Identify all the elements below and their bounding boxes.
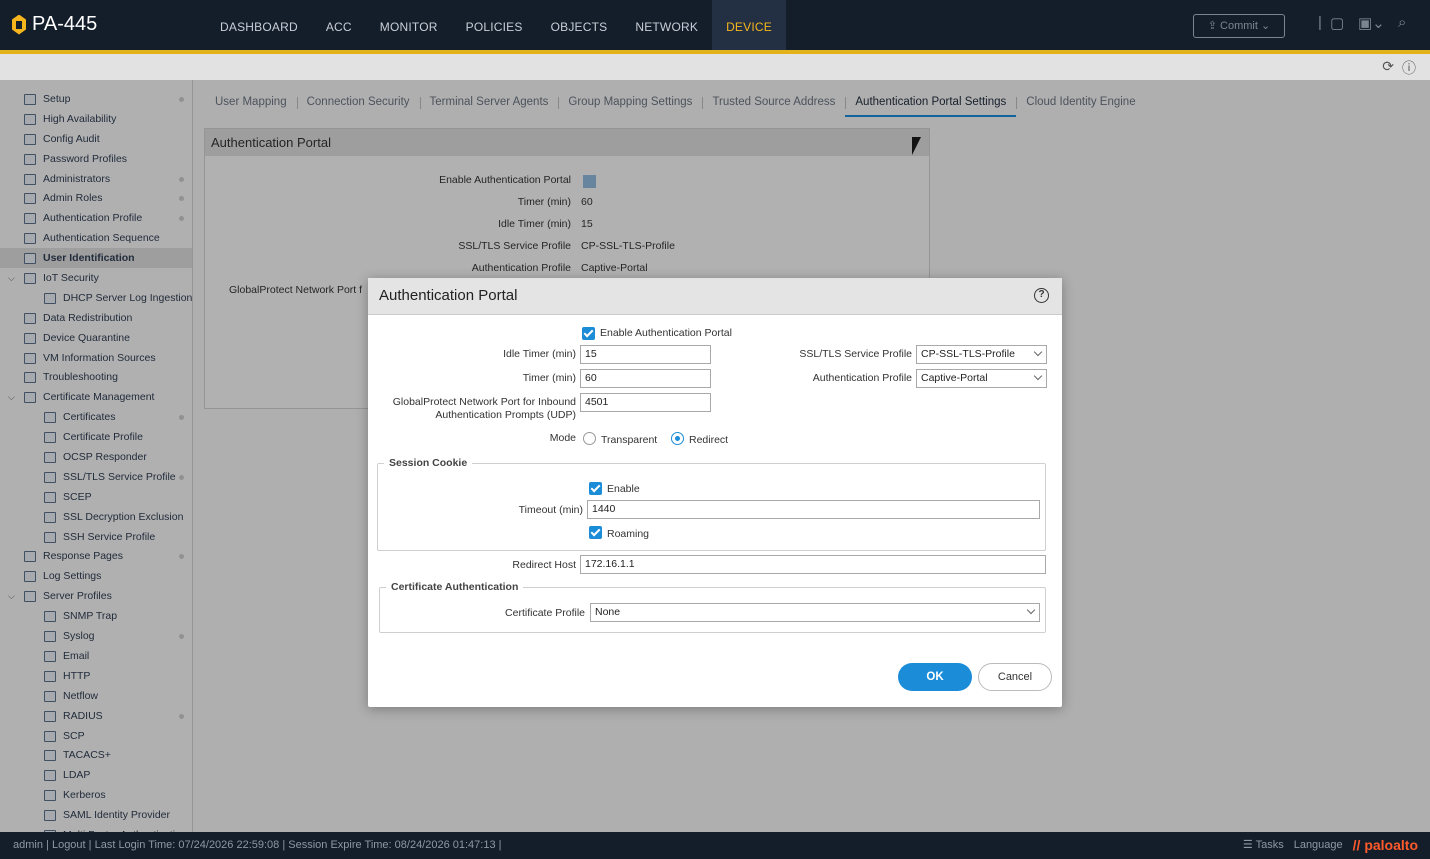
nav-device[interactable]: DEVICE: [712, 0, 786, 50]
sub-toolbar-icons: ⟳ ⓘ: [1382, 58, 1416, 78]
ssl-profile-select[interactable]: CP-SSL-TLS-Profile: [916, 345, 1047, 364]
auth-portal-dialog: Authentication Portal ? Enable Authentic…: [368, 278, 1062, 707]
config-menu-icon[interactable]: ▣⌄: [1358, 14, 1385, 32]
pa-logo: PA-445: [12, 13, 97, 36]
timer-input[interactable]: 60: [580, 369, 711, 388]
session-cookie-enable-checkbox[interactable]: [589, 482, 602, 495]
paloalto-logo: // paloalto: [1352, 837, 1418, 853]
dialog-title: Authentication Portal: [368, 278, 1062, 315]
redirect-host-label: Redirect Host: [512, 559, 576, 571]
status-bar: admin | Logout | Last Login Time: 07/24/…: [0, 832, 1430, 859]
logout-link[interactable]: Logout: [52, 839, 86, 851]
timeout-input[interactable]: 1440: [587, 500, 1040, 519]
roaming-checkbox[interactable]: [589, 526, 602, 539]
chevron-down-icon: [1033, 347, 1043, 357]
last-login: Last Login Time: 07/24/2026 22:59:08: [94, 839, 280, 851]
auth-profile-select[interactable]: Captive-Portal: [916, 369, 1047, 388]
cert-profile-select[interactable]: None: [590, 603, 1040, 622]
mode-label: Mode: [549, 432, 576, 444]
gp-port-input[interactable]: 4501: [580, 393, 711, 412]
enable-auth-portal-label: Enable Authentication Portal: [600, 327, 732, 339]
roaming-label: Roaming: [607, 528, 650, 540]
nav-dashboard[interactable]: DASHBOARD: [206, 0, 312, 50]
nav-monitor[interactable]: MONITOR: [366, 0, 452, 50]
logo-icon: [12, 15, 26, 35]
main-nav: DASHBOARD ACC MONITOR POLICIES OBJECTS NETWOR…: [206, 0, 786, 50]
enable-auth-portal-checkbox[interactable]: [582, 327, 595, 340]
cert-auth-legend: Certificate Authentication: [386, 581, 524, 593]
mode-transparent-label: Transparent: [601, 434, 658, 446]
ok-button[interactable]: OK: [898, 663, 972, 691]
save-config-icon[interactable]: ▢: [1330, 14, 1344, 32]
session-cookie-enable-label: Enable: [607, 483, 640, 495]
idle-timer-input[interactable]: 15: [580, 345, 711, 364]
mouse-cursor-icon: [912, 137, 921, 155]
status-right: ☰ Tasks Language // paloalto: [1243, 832, 1418, 859]
mode-transparent-radio[interactable]: [583, 432, 596, 445]
timer-label: Timer (min): [522, 372, 576, 384]
sub-toolbar: [0, 54, 1430, 80]
cancel-button[interactable]: Cancel: [978, 663, 1052, 691]
nav-network[interactable]: NETWORK: [621, 0, 712, 50]
ssl-profile-label: SSL/TLS Service Profile: [799, 348, 912, 360]
commit-button[interactable]: ⇪ Commit ⌄: [1193, 14, 1285, 38]
top-bar: PA-445 DASHBOARD ACC MONITOR POLICIES OBJECT…: [0, 0, 1430, 50]
cert-profile-label: Certificate Profile: [505, 607, 585, 619]
gp-port-label: GlobalProtect Network Port for Inbound Au…: [392, 396, 576, 421]
auth-profile-label: Authentication Profile: [812, 372, 912, 384]
nav-acc[interactable]: ACC: [312, 0, 366, 50]
chevron-down-icon: [1033, 371, 1043, 381]
separator-icon: |: [1318, 14, 1322, 31]
paloalto-mark-icon: //: [1352, 837, 1361, 853]
session-cookie-legend: Session Cookie: [384, 457, 473, 469]
tasks-link[interactable]: ☰ Tasks: [1243, 832, 1284, 859]
search-icon[interactable]: ⌕: [1398, 14, 1406, 31]
idle-timer-label: Idle Timer (min): [503, 348, 576, 360]
status-user[interactable]: admin: [13, 839, 43, 851]
help-icon[interactable]: ?: [1034, 288, 1049, 303]
chevron-down-icon: [1026, 605, 1036, 615]
nav-objects[interactable]: OBJECTS: [537, 0, 622, 50]
language-link[interactable]: Language: [1294, 832, 1343, 859]
session-expire: Session Expire Time: 08/24/2026 01:47:13: [288, 839, 496, 851]
mode-redirect-radio[interactable]: [671, 432, 684, 445]
timeout-label: Timeout (min): [518, 504, 583, 516]
help-icon[interactable]: ⓘ: [1402, 58, 1416, 78]
redirect-host-input[interactable]: 172.16.1.1: [580, 555, 1046, 574]
mode-redirect-label: Redirect: [689, 434, 729, 446]
refresh-icon[interactable]: ⟳: [1382, 58, 1394, 78]
nav-policies[interactable]: POLICIES: [452, 0, 537, 50]
